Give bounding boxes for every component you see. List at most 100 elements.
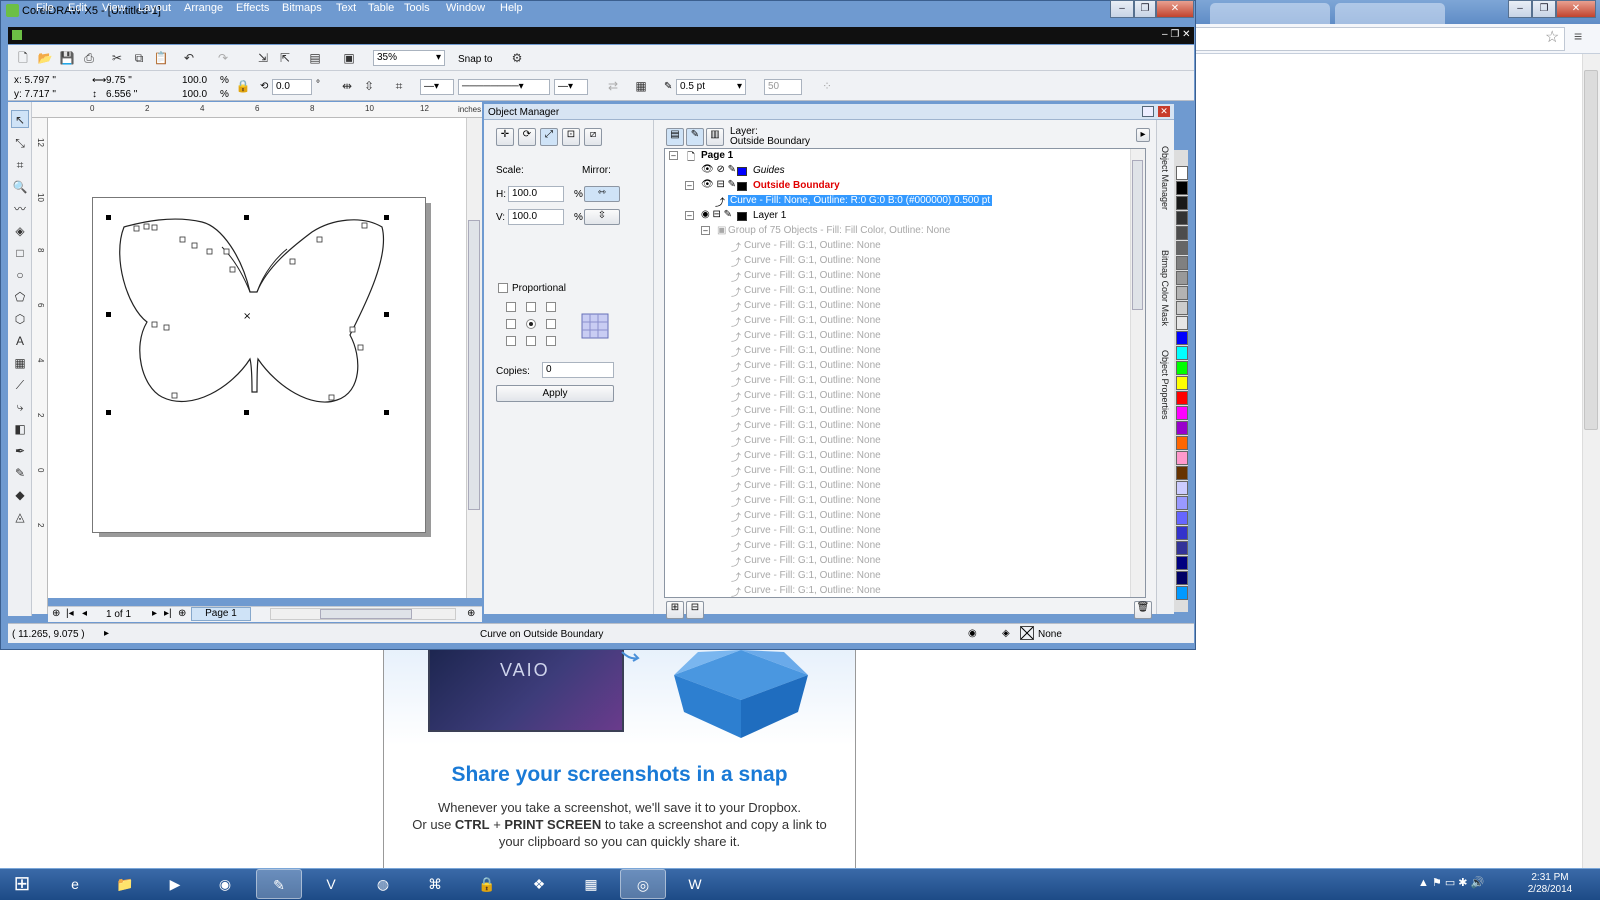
menu-arrange[interactable]: Arrange xyxy=(184,2,223,14)
show-properties-icon[interactable]: ▤ xyxy=(666,128,684,146)
size-icon[interactable]: ⊡ xyxy=(562,128,580,146)
fill-bucket-icon[interactable]: ◈ xyxy=(1002,628,1010,639)
bookmark-star-icon[interactable]: ☆ xyxy=(1545,27,1559,47)
table-tool-icon[interactable]: ▦ xyxy=(11,354,29,372)
anchor-point[interactable] xyxy=(526,319,536,329)
palette-swatch[interactable] xyxy=(1176,466,1188,480)
tree-child-row[interactable]: ⤴ Curve - Fill: G:1, Outline: None xyxy=(665,479,1135,494)
browser-minimize-button[interactable]: – xyxy=(1508,0,1532,18)
firefox-icon[interactable]: ◉ xyxy=(202,869,248,899)
palette-swatch[interactable] xyxy=(1176,256,1188,270)
anchor-point[interactable] xyxy=(506,336,516,346)
tab-object-properties[interactable]: Object Properties xyxy=(1160,350,1170,420)
nodes-icon[interactable]: ⁘ xyxy=(818,77,836,95)
ellipse-tool-icon[interactable]: ○ xyxy=(11,266,29,284)
snap-to-button[interactable]: Snap to xyxy=(458,54,492,65)
tree-child-row[interactable]: ⤴ Curve - Fill: G:1, Outline: None xyxy=(665,569,1135,584)
corel-maximize-button[interactable]: ❐ xyxy=(1134,0,1156,18)
tree-child-row[interactable]: ⤴ Curve - Fill: G:1, Outline: None xyxy=(665,359,1135,374)
crop-tool-icon[interactable]: ⌗ xyxy=(11,156,29,174)
menu-file[interactable]: File xyxy=(36,2,54,14)
options-icon[interactable]: ⚙ xyxy=(508,49,526,67)
browser-tab[interactable] xyxy=(1210,3,1330,24)
status-arrow-icon[interactable]: ▸ xyxy=(104,628,109,639)
browser-scroll-thumb[interactable] xyxy=(1584,70,1598,430)
tree-child-row[interactable]: ⤴ Curve - Fill: G:1, Outline: None xyxy=(665,434,1135,449)
palette-swatch[interactable] xyxy=(1176,406,1188,420)
explorer-icon[interactable]: 📁 xyxy=(102,869,148,899)
connector-tool-icon[interactable]: ⤷ xyxy=(11,398,29,416)
line-style-select[interactable]: ────────▾ xyxy=(458,79,550,95)
ie-icon[interactable]: e xyxy=(52,869,98,899)
palette-swatch[interactable] xyxy=(1176,241,1188,255)
edit-across-layers-icon[interactable]: ✎ xyxy=(686,128,704,146)
nudge-field[interactable]: 50 xyxy=(764,79,802,95)
menu-table[interactable]: Table xyxy=(368,2,394,14)
tree-child-row[interactable]: ⤴ Curve - Fill: G:1, Outline: None xyxy=(665,524,1135,539)
tree-group-row[interactable]: – ▣ Group of 75 Objects - Fill: Fill Color… xyxy=(665,224,1135,239)
anchor-point[interactable] xyxy=(546,302,556,312)
menu-text[interactable]: Text xyxy=(336,2,356,14)
palette-swatch[interactable] xyxy=(1176,301,1188,315)
tab-bitmap-color-mask[interactable]: Bitmap Color Mask xyxy=(1160,250,1170,326)
scale-y[interactable]: 100.0 xyxy=(182,89,207,100)
y-position[interactable]: y: 7.717 " xyxy=(14,89,56,100)
palette-swatch[interactable] xyxy=(1176,571,1188,585)
docker-close-icon[interactable]: ✕ xyxy=(1158,106,1170,117)
publish-pdf-icon[interactable]: ▤ xyxy=(306,49,324,67)
layer-manager-icon[interactable]: ▥ xyxy=(706,128,724,146)
tree-child-row[interactable]: ⤴ Curve - Fill: G:1, Outline: None xyxy=(665,509,1135,524)
tree-page-row[interactable]: – 🗋 Page 1 xyxy=(665,149,1135,164)
smart-fill-icon[interactable]: ◈ xyxy=(11,222,29,240)
shape-tool-icon[interactable]: ⤡ xyxy=(11,134,29,152)
palette-swatch[interactable] xyxy=(1176,526,1188,540)
end-arrow-select[interactable]: —▾ xyxy=(554,79,588,95)
zoom-tool-icon[interactable]: 🔍 xyxy=(11,178,29,196)
menu-effects[interactable]: Effects xyxy=(236,2,269,14)
scale-mirror-icon[interactable]: ⤢ xyxy=(540,128,558,146)
tree-scroll-thumb[interactable] xyxy=(1132,160,1143,310)
tree-child-row[interactable]: ⤴ Curve - Fill: G:1, Outline: None xyxy=(665,449,1135,464)
new-master-layer-icon[interactable]: ⊟ xyxy=(686,601,704,619)
mirror-v-icon[interactable]: ⇳ xyxy=(360,77,378,95)
coreldraw-taskbar-icon[interactable]: ✎ xyxy=(256,869,302,899)
start-button[interactable]: ⊞ xyxy=(2,869,42,899)
zoom-select[interactable]: 35% ▾ xyxy=(373,50,445,66)
palette-swatch[interactable] xyxy=(1176,391,1188,405)
start-arrow-select[interactable]: —▾ xyxy=(420,79,454,95)
pick-tool-icon[interactable]: ↖ xyxy=(11,110,29,128)
interactive-fill-icon[interactable]: ◬ xyxy=(11,508,29,526)
tree-child-row[interactable]: ⤴ Curve - Fill: G:1, Outline: None xyxy=(665,299,1135,314)
palette-swatch[interactable] xyxy=(1176,346,1188,360)
freehand-tool-icon[interactable]: 〰 xyxy=(11,200,29,218)
palette-swatch[interactable] xyxy=(1176,316,1188,330)
tray-icons[interactable]: ▲ ⚑ ▭ ✱ 🔊 xyxy=(1418,876,1484,889)
polygon-tool-icon[interactable]: ⬠ xyxy=(11,288,29,306)
tree-selected-curve-row[interactable]: ⤴ Curve - Fill: None, Outline: R:0 G:0 B:… xyxy=(665,194,1135,209)
tree-child-row[interactable]: ⤴ Curve - Fill: G:1, Outline: None xyxy=(665,494,1135,509)
vc-icon[interactable]: V xyxy=(308,869,354,899)
delete-icon[interactable]: 🗑 xyxy=(1134,601,1152,619)
basic-shapes-icon[interactable]: ⬡ xyxy=(11,310,29,328)
tree-child-row[interactable]: ⤴ Curve - Fill: G:1, Outline: None xyxy=(665,374,1135,389)
menu-help[interactable]: Help xyxy=(500,2,523,14)
tree-guides-row[interactable]: 👁 ⊘ ✎ Guides xyxy=(665,164,1135,179)
tree-child-row[interactable]: ⤴ Curve - Fill: G:1, Outline: None xyxy=(665,314,1135,329)
outline-width-select[interactable]: 0.5 pt ▾ xyxy=(676,79,746,95)
tree-child-row[interactable]: ⤴ Curve - Fill: G:1, Outline: None xyxy=(665,419,1135,434)
menu-tools[interactable]: Tools xyxy=(404,2,430,14)
rotate-transform-icon[interactable]: ⟳ xyxy=(518,128,536,146)
anchor-point[interactable] xyxy=(506,319,516,329)
print-icon[interactable]: ⎙ xyxy=(80,49,98,67)
canvas-hscroll-thumb[interactable] xyxy=(320,609,412,619)
new-icon[interactable]: 🗋 xyxy=(14,49,32,67)
anchor-point[interactable] xyxy=(526,336,536,346)
tree-child-row[interactable]: ⤴ Curve - Fill: G:1, Outline: None xyxy=(665,329,1135,344)
position-icon[interactable]: ✛ xyxy=(496,128,514,146)
palette-swatch[interactable] xyxy=(1176,166,1188,180)
mirror-vertical-button[interactable]: ⇳ xyxy=(584,209,620,225)
palette-swatch[interactable] xyxy=(1176,286,1188,300)
palette-swatch[interactable] xyxy=(1176,196,1188,210)
undo-icon[interactable]: ↶ xyxy=(180,49,198,67)
anchor-point[interactable] xyxy=(526,302,536,312)
